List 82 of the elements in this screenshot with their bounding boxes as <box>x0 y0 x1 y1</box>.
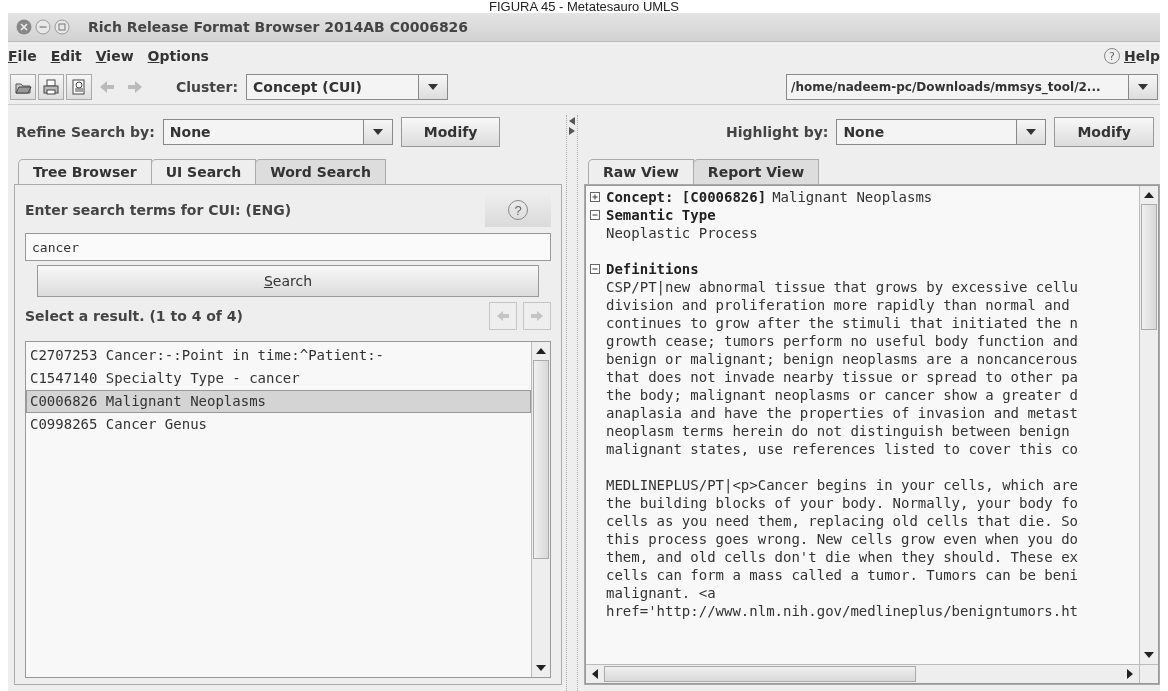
forward-arrow-icon <box>126 78 144 96</box>
report-line: Neoplastic Process <box>606 224 759 242</box>
collapse-right-icon[interactable] <box>569 127 575 135</box>
report-line: cells as you need them, replacing old cells that die. So <box>606 512 1079 530</box>
search-field[interactable]: cancer <box>25 233 551 261</box>
report-line: division and proliferation more rapidly than normal and <box>606 296 1071 314</box>
highlight-dropdown[interactable]: None <box>836 119 1047 145</box>
menu-item[interactable]: Edit <box>50 48 82 64</box>
result-item[interactable]: C0998265 Cancer Genus <box>26 413 531 436</box>
combo-value: Concept (CUI) <box>252 78 363 97</box>
right-arrow-icon <box>530 310 544 322</box>
cluster-label: Cluster: <box>176 79 239 95</box>
toolbar-button[interactable] <box>38 74 64 100</box>
section-heading: Concept: [C0006826] <box>606 189 767 205</box>
figure-caption: FIGURA 45 - Metatesauro UMLS <box>489 0 679 13</box>
collapse-icon[interactable] <box>590 264 600 274</box>
dropdown-arrow-icon <box>428 84 439 90</box>
close-icon[interactable] <box>16 19 32 35</box>
results-label: Select a result. (1 to 4 of 4) <box>25 308 243 324</box>
horizontal-scrollbar[interactable] <box>586 665 1139 683</box>
report-line: continues to grow after the stimuli that initiated the n <box>606 314 1079 332</box>
path-dropdown[interactable]: /home/nadeem-pc/Downloads/mmsys_tool/2... <box>786 74 1158 100</box>
combo-value: /home/nadeem-pc/Downloads/mmsys_tool/2... <box>790 79 1102 97</box>
menu-item[interactable]: View <box>95 48 134 64</box>
report-line: that does not invade nearby tissue or spread to other pa <box>606 368 1079 386</box>
tab[interactable]: Raw View <box>588 159 694 184</box>
cluster-dropdown[interactable]: Concept (CUI) <box>246 74 449 100</box>
result-item[interactable]: C2707253 Cancer:-:Point in time:^Patient:- <box>26 344 531 367</box>
section-heading: Definitions <box>606 261 699 277</box>
report-line: href='http://www.nlm.nih.gov/medlineplus/benigntumors.ht <box>606 602 1079 620</box>
section-heading: Semantic Type <box>606 207 716 223</box>
scroll-thumb[interactable] <box>1141 204 1157 330</box>
menu-item[interactable]: File <box>8 48 37 64</box>
dropdown-arrow-icon <box>1138 84 1148 90</box>
toolbar-button[interactable] <box>66 74 92 100</box>
search-prompt: Enter search terms for CUI: (ENG) <box>25 202 292 218</box>
refine-dropdown[interactable]: None <box>162 119 393 145</box>
window-title: Rich Release Format Browser 2014AB C0006826 <box>88 19 469 35</box>
back-arrow-icon <box>98 78 116 96</box>
report-line: neoplasm terms herein do not distinguish between benign <box>606 422 1071 440</box>
combo-value: None <box>168 123 212 142</box>
modify-button[interactable]: Modify <box>400 117 501 147</box>
report-line: them, and old cells don't die when they should. These ex <box>606 548 1079 566</box>
report-line: the body; malignant neoplasms or cancer show a greater d <box>606 386 1079 404</box>
tab[interactable]: Tree Browser <box>18 159 152 184</box>
report-line: benign or malignant; benign neoplasms are a noncancerous <box>606 350 1079 368</box>
highlight-label: Highlight by: <box>726 124 829 140</box>
report-line: the building blocks of your body. Normally, your body fo <box>606 494 1079 512</box>
modify-button[interactable]: Modify <box>1054 117 1154 147</box>
report-line: anaplasia and have the properties of invasion and metast <box>606 404 1079 422</box>
vertical-scrollbar[interactable] <box>531 342 550 677</box>
scroll-thumb[interactable] <box>604 666 917 682</box>
result-item[interactable]: C1547140 Specialty Type - cancer <box>26 367 531 390</box>
expand-icon[interactable] <box>590 192 600 202</box>
left-arrow-icon <box>496 310 510 322</box>
maximize-icon[interactable] <box>54 19 70 35</box>
help-menu[interactable]: ? Help <box>1103 48 1160 64</box>
dropdown-arrow-icon <box>1026 129 1037 135</box>
report-line: malignant states, use references listed to cover this co <box>606 440 1079 458</box>
refine-label: Refine Search by: <box>16 124 155 140</box>
report-line: CSP/PT|new abnormal tissue that grows by excessive cellu <box>606 278 1079 296</box>
collapse-left-icon[interactable] <box>569 117 575 125</box>
dropdown-arrow-icon <box>372 129 383 135</box>
toolbar-button[interactable] <box>10 74 36 100</box>
scroll-thumb[interactable] <box>533 360 549 560</box>
print-preview-icon <box>70 78 88 96</box>
minimize-icon[interactable] <box>35 19 51 35</box>
report-line: malignant. <a <box>606 584 717 602</box>
report-line: cells can form a mass called a tumor. Tumors can be beni <box>606 566 1079 584</box>
report-line: MEDLINEPLUS/PT|<p>Cancer begins in your cells, which are <box>606 476 1079 494</box>
vertical-scrollbar[interactable] <box>1139 186 1158 664</box>
report-line: growth cease; tumors perform no useful body function and <box>606 332 1079 350</box>
collapse-icon[interactable] <box>590 210 600 220</box>
result-item[interactable]: C0006826 Malignant Neoplasms <box>26 390 531 413</box>
combo-value: None <box>842 123 886 142</box>
search-button[interactable]: Search <box>37 265 539 297</box>
printer-icon <box>42 78 60 96</box>
tab[interactable]: Report View <box>692 159 820 184</box>
report-line: this process goes wrong. New cells grow even when you do <box>606 530 1079 548</box>
menu-item[interactable]: Options <box>147 48 209 64</box>
section-value: Malignant Neoplasms <box>772 189 933 205</box>
tab[interactable]: Word Search <box>255 159 386 184</box>
